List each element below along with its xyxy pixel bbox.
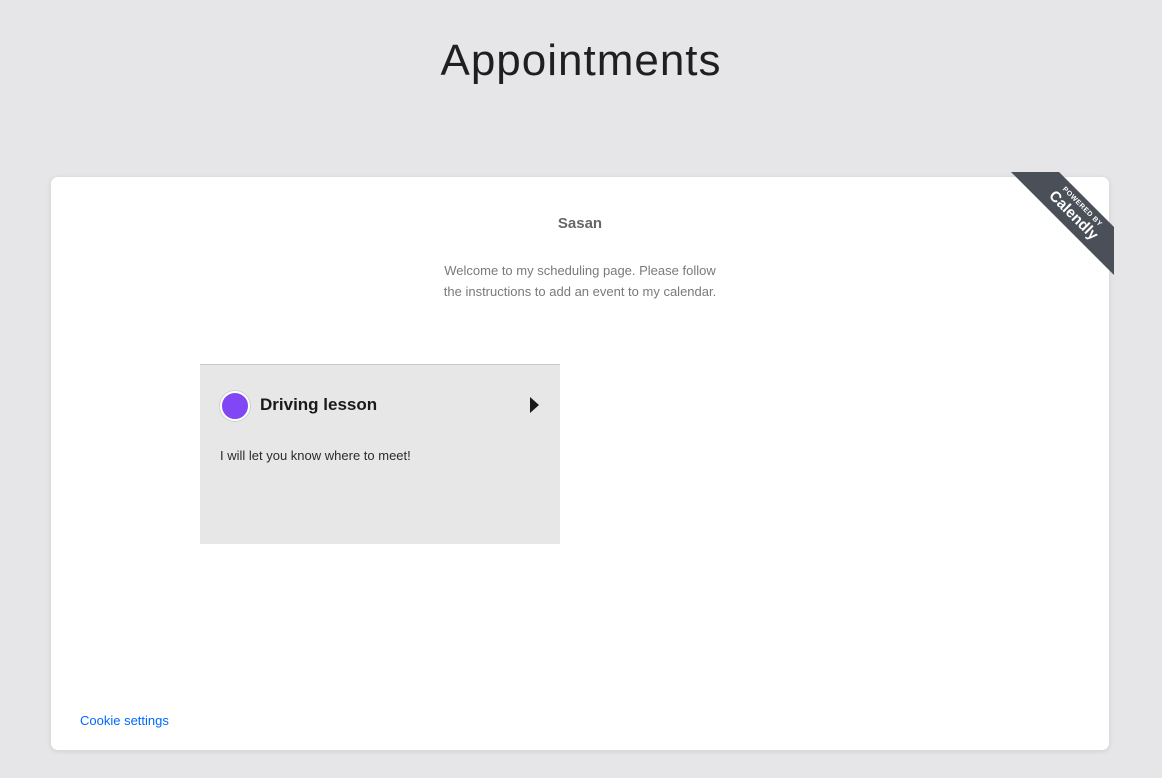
powered-by-calendly-badge[interactable]: POWERED BY Calendly: [1009, 172, 1114, 277]
scheduling-card: Sasan Welcome to my scheduling page. Ple…: [51, 177, 1109, 750]
welcome-message: Welcome to my scheduling page. Please fo…: [443, 263, 717, 299]
event-description: I will let you know where to meet!: [220, 448, 411, 463]
page-title: Appointments: [440, 36, 722, 86]
owner-name: Sasan: [557, 215, 603, 232]
chevron-right-icon: [530, 397, 539, 413]
event-name: Driving lesson: [260, 395, 378, 414]
event-color-dot: [220, 391, 250, 421]
event-type-card[interactable]: Driving lesson I will let you know where…: [200, 364, 560, 544]
cookie-settings-link[interactable]: Cookie settings: [80, 713, 169, 728]
calendly-ribbon: POWERED BY Calendly: [1010, 172, 1114, 277]
